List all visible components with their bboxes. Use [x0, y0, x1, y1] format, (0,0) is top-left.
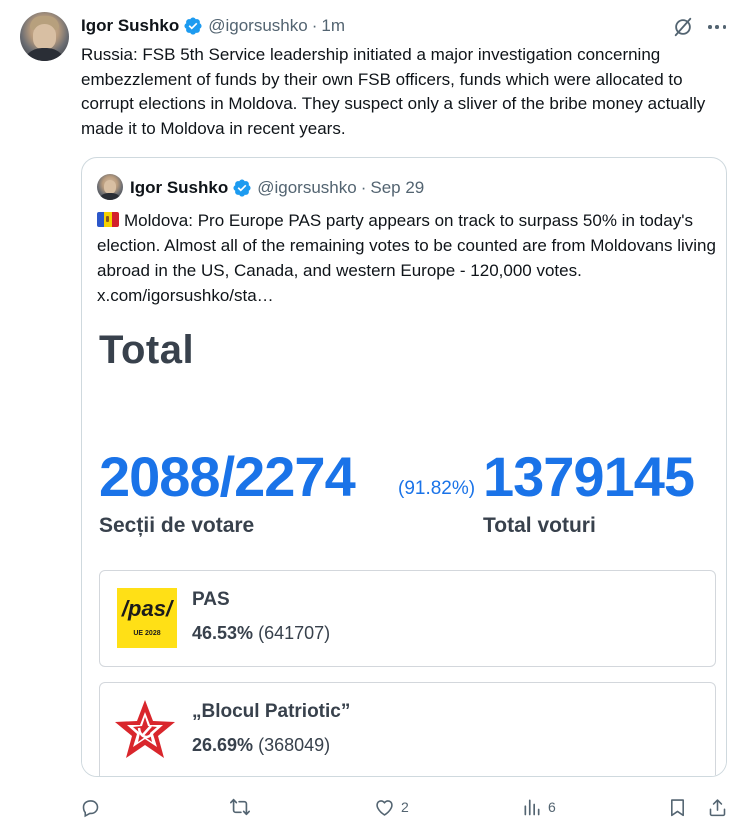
- tweet-text: Russia: FSB 5th Service leadership initi…: [81, 45, 706, 138]
- reply-button[interactable]: [80, 792, 107, 822]
- quoted-author-avatar: [97, 174, 123, 200]
- polling-sections-percent: (91.82%): [398, 478, 476, 499]
- author-handle[interactable]: @igorsushko: [208, 16, 307, 36]
- party-votes: (368049): [258, 735, 331, 755]
- separator-dot: ·: [360, 178, 367, 197]
- heart-icon: [374, 797, 395, 818]
- party-percent: 26.69%: [192, 735, 254, 755]
- bookmark-icon: [667, 797, 688, 818]
- views-button[interactable]: 6: [522, 792, 556, 822]
- party-result: 46.53% (641707): [192, 623, 330, 644]
- quoted-author-handle: @igorsushko: [257, 178, 357, 197]
- share-icon: [707, 797, 728, 818]
- quoted-tweet[interactable]: Igor Sushko @igorsushko · Sep 29 Moldova…: [81, 157, 727, 777]
- polling-sections-label: Secții de votare: [99, 514, 255, 537]
- quoted-tweet-text: Moldova: Pro Europe PAS party appears on…: [97, 208, 717, 308]
- views-count: 6: [548, 799, 556, 815]
- quoted-tweet-timestamp: Sep 29: [370, 178, 425, 197]
- bookmark-button[interactable]: [667, 792, 688, 822]
- moldova-flag-icon: [97, 212, 119, 227]
- party-result: 26.69% (368049): [192, 735, 330, 756]
- grok-icon[interactable]: [672, 16, 694, 38]
- party-votes: (641707): [258, 623, 331, 643]
- total-votes-count: 1379145: [483, 445, 695, 508]
- party-name: „Blocul Patriotic”: [192, 701, 351, 722]
- total-votes-label: Total voturi: [483, 514, 596, 537]
- quoted-tweet-image[interactable]: Total 2088/2274 (91.82%) 1379145 Secții …: [82, 318, 726, 776]
- party-name: PAS: [192, 589, 230, 610]
- polling-sections-count: 2088/2274: [99, 445, 356, 508]
- verified-badge-icon: [183, 16, 203, 36]
- pas-logo: /pas/ UE 2028: [117, 588, 177, 648]
- repost-button[interactable]: [229, 792, 257, 822]
- red-star-icon: [113, 698, 177, 762]
- tweet-timestamp[interactable]: 1m: [321, 16, 345, 36]
- quoted-author-name: Igor Sushko: [130, 178, 229, 197]
- party-card-pas: /pas/ UE 2028 PAS 46.53% (641707): [99, 570, 716, 667]
- like-button[interactable]: 2: [374, 792, 409, 822]
- more-options-icon[interactable]: [705, 16, 729, 38]
- tweet[interactable]: Igor Sushko @igorsushko · 1m Russia: FSB…: [0, 0, 748, 835]
- separator-dot: ·: [311, 16, 318, 35]
- quoted-tweet-body: Moldova: Pro Europe PAS party appears on…: [97, 211, 716, 305]
- results-heading: Total: [99, 328, 195, 372]
- party-card-blocul-patriotic: „Blocul Patriotic” 26.69% (368049): [99, 682, 716, 776]
- share-button[interactable]: [707, 792, 728, 822]
- tweet-actions: 2 6: [0, 792, 748, 822]
- tweet-header: Igor Sushko @igorsushko · 1m: [81, 14, 345, 38]
- repost-icon: [229, 796, 251, 818]
- views-icon: [522, 797, 542, 817]
- like-count: 2: [401, 799, 409, 815]
- author-name[interactable]: Igor Sushko: [81, 16, 179, 36]
- reply-icon: [80, 797, 101, 818]
- quoted-tweet-header: Igor Sushko @igorsushko · Sep 29: [130, 176, 424, 200]
- party-percent: 46.53%: [192, 623, 254, 643]
- verified-badge-icon: [232, 178, 252, 198]
- author-avatar[interactable]: [20, 12, 69, 61]
